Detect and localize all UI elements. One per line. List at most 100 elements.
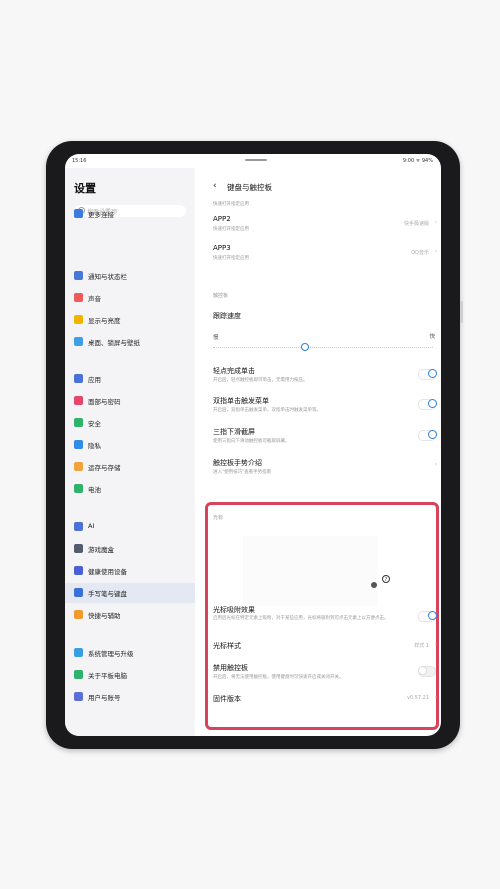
firmware-title: 固件版本 — [213, 695, 241, 703]
sidebar-item[interactable]: 安全 — [65, 413, 195, 433]
notification-icon — [74, 271, 83, 280]
help-icon: ? — [382, 575, 390, 583]
app2-subtitle: 快速打开指定应用 — [213, 227, 249, 232]
sidebar-item-label: 游戏魔盒 — [88, 546, 114, 554]
cursor-snap-subtitle: 启用后光标在特定元素上吸附，对于某些应用，光标将吸附到可点击元素上以方便点击。 — [213, 616, 389, 621]
sidebar-item-label: 面部与密码 — [88, 398, 121, 406]
app1-subtitle: 快速打开指定应用 — [213, 202, 249, 207]
three-finger-title: 三指下滑截屏 — [213, 428, 255, 436]
toggle-knob — [418, 666, 427, 675]
back-icon[interactable]: ‹ — [213, 181, 217, 191]
slider-track — [213, 347, 433, 349]
sidebar-item[interactable]: 面部与密码 — [65, 391, 195, 411]
two-finger-subtitle: 开启后，双指单击触发菜单。双指单击时触发菜单等。 — [213, 408, 321, 413]
status-bar: 15:16 9:00 ᯤ 94% — [65, 154, 441, 168]
wallpaper-icon — [74, 337, 83, 346]
sidebar-item-label: 电池 — [88, 486, 101, 494]
chevron-right-icon: › — [434, 461, 437, 468]
sidebar-item-label: 健康使用设备 — [88, 568, 127, 576]
sidebar-item[interactable]: 应用 — [65, 369, 195, 389]
sidebar-item-label: 快捷与辅助 — [88, 612, 121, 620]
toggle-knob — [428, 430, 437, 439]
cursor-section-label: 光标 — [213, 515, 224, 521]
user-icon — [74, 692, 83, 701]
sidebar: 设置 搜索设置项 更多连接 通知与状态栏 声音 显示与亮度 桌面、锁屏与壁纸 应用 面部与密… — [65, 168, 195, 736]
notch — [245, 159, 267, 161]
link-icon — [74, 209, 83, 218]
sidebar-item[interactable]: 运存与存储 — [65, 457, 195, 477]
hourglass-icon — [74, 566, 83, 575]
face-icon — [74, 396, 83, 405]
sidebar-item-label: 声音 — [88, 295, 101, 303]
status-indicators: 9:00 ᯤ 94% — [402, 158, 433, 164]
cursor-snap-title: 光标吸附效果 — [213, 606, 255, 614]
brightness-icon — [74, 315, 83, 324]
cursor-style-title: 光标样式 — [213, 642, 241, 650]
sidebar-item[interactable]: AI — [65, 517, 195, 537]
app3-subtitle: 快速打开指定应用 — [213, 256, 249, 261]
storage-icon — [74, 462, 83, 471]
sidebar-item-label: 运存与存储 — [88, 464, 121, 472]
game-icon — [74, 544, 83, 553]
sidebar-item[interactable]: 系统管理与升级 — [65, 643, 195, 663]
cursor-style-value: 样式 1 — [414, 643, 429, 649]
sidebar-item-label: 桌面、锁屏与壁纸 — [88, 339, 140, 347]
tap-click-toggle[interactable] — [418, 369, 437, 380]
three-finger-toggle[interactable] — [418, 430, 437, 441]
system-icon — [74, 648, 83, 657]
tracking-slow-label: 慢 — [213, 335, 219, 341]
tracking-speed-title: 跟踪速度 — [213, 312, 241, 320]
status-time: 15:16 — [72, 158, 87, 164]
privacy-icon — [74, 440, 83, 449]
sidebar-item-label: 系统管理与升级 — [88, 650, 134, 658]
sidebar-item[interactable]: 健康使用设备 — [65, 561, 195, 581]
sidebar-item[interactable]: 显示与亮度 — [65, 310, 195, 330]
chevron-right-icon: › — [434, 219, 437, 226]
sidebar-item[interactable]: 声音 — [65, 288, 195, 308]
app3-value: QQ音乐 — [411, 250, 429, 256]
sidebar-item[interactable]: 隐私 — [65, 435, 195, 455]
cursor-snap-toggle[interactable] — [418, 611, 437, 622]
sidebar-item[interactable]: 关于平板电脑 — [65, 665, 195, 685]
tap-click-title: 轻点完成单击 — [213, 367, 255, 375]
two-finger-toggle[interactable] — [418, 399, 437, 410]
sidebar-item-label: 手写笔与键盘 — [88, 590, 127, 598]
sidebar-item[interactable]: 游戏魔盒 — [65, 539, 195, 559]
sidebar-item-label: AI — [88, 522, 95, 530]
sidebar-item[interactable]: 电池 — [65, 479, 195, 499]
touchpad-section-label: 触控板 — [213, 293, 229, 299]
chevron-right-icon: › — [434, 248, 437, 255]
chevron-right-icon: › — [434, 694, 437, 701]
gesture-guide-title: 触控板手势介绍 — [213, 459, 262, 467]
sidebar-item[interactable]: 快捷与辅助 — [65, 605, 195, 625]
sound-icon — [74, 293, 83, 302]
tablet-frame: 15:16 9:00 ᯤ 94% 设置 搜索设置项 更多连接 通知与状态栏 声音 显示… — [46, 141, 463, 749]
sidebar-item-label: 关于平板电脑 — [88, 672, 127, 680]
volume-button — [460, 301, 463, 323]
two-finger-title: 双指单击触发菜单 — [213, 397, 269, 405]
shield-icon — [74, 418, 83, 427]
sidebar-item[interactable]: 更多连接 — [65, 204, 195, 224]
page-title: 设置 — [74, 182, 96, 195]
sidebar-item[interactable]: 手写笔与键盘 — [65, 583, 195, 603]
disable-touchpad-toggle[interactable] — [418, 666, 436, 677]
detail-title: 键盘与触控板 — [227, 183, 272, 192]
disable-touchpad-subtitle: 开启后，将无法使用触控板。使用键盘时可快速开启或关闭开关。 — [213, 675, 344, 680]
sidebar-item-label: 安全 — [88, 420, 101, 428]
sidebar-item-label: 隐私 — [88, 442, 101, 450]
cursor-dot-icon — [371, 582, 377, 588]
shortcut-icon — [74, 610, 83, 619]
sidebar-item-label: 更多连接 — [88, 211, 114, 219]
sidebar-item[interactable]: 用户与账号 — [65, 687, 195, 707]
app2-value: 快手极速版 — [403, 221, 429, 227]
sidebar-item[interactable]: 桌面、锁屏与壁纸 — [65, 332, 195, 352]
tap-click-subtitle: 开启后，轻点触控板即可单击，无需用力按压。 — [213, 378, 308, 383]
slider-handle[interactable] — [301, 343, 310, 351]
app2-title: APP2 — [213, 215, 231, 223]
toggle-knob — [428, 611, 437, 620]
info-icon — [74, 670, 83, 679]
screen: 15:16 9:00 ᯤ 94% 设置 搜索设置项 更多连接 通知与状态栏 声音 显示… — [65, 154, 441, 736]
app3-title: APP3 — [213, 244, 231, 252]
sidebar-item[interactable]: 通知与状态栏 — [65, 266, 195, 286]
ai-icon — [74, 522, 83, 531]
